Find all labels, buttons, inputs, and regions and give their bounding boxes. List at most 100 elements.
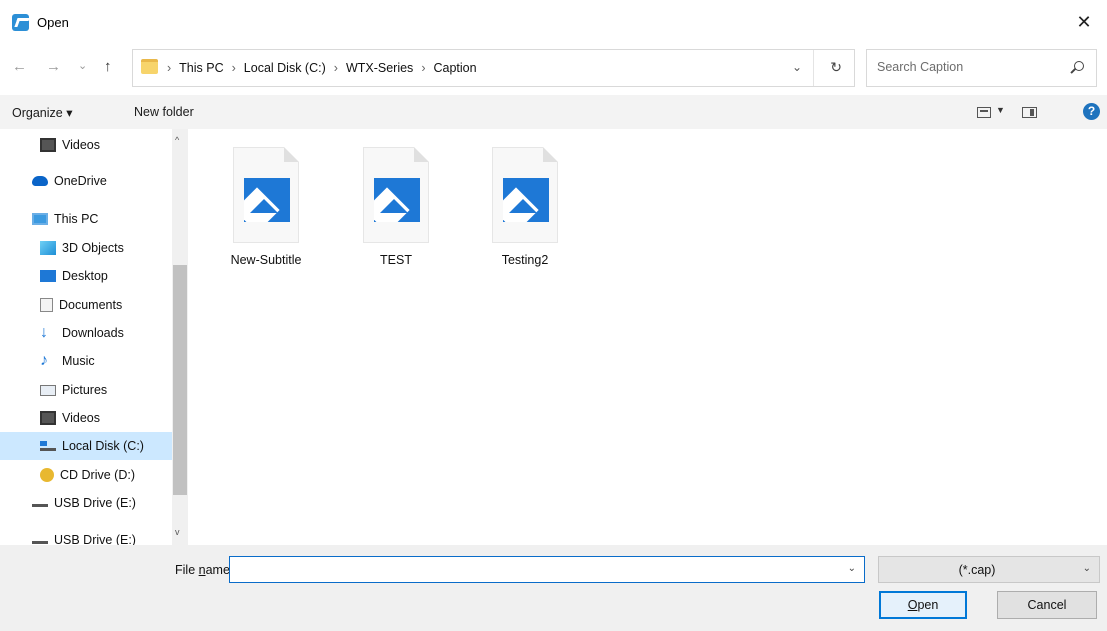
desktop-icon bbox=[40, 270, 56, 282]
breadcrumb-separator[interactable]: › bbox=[232, 61, 236, 75]
sidebar-item-3d-objects[interactable]: 3D Objects bbox=[0, 234, 172, 262]
download-icon: ↓ bbox=[40, 324, 48, 341]
address-dropdown-icon[interactable]: ⌄ bbox=[792, 60, 802, 74]
disk-icon bbox=[40, 441, 56, 451]
breadcrumb-caption[interactable]: Caption bbox=[433, 61, 476, 75]
sidebar-item-label: Music bbox=[62, 354, 95, 368]
sidebar-item-label: Documents bbox=[59, 298, 123, 312]
sidebar-item-cd-drive[interactable]: CD Drive (D:) bbox=[0, 461, 172, 489]
file-name: New-Subtitle bbox=[230, 253, 302, 267]
sidebar-item-label: USB Drive (E:) bbox=[54, 496, 136, 510]
chevron-down-icon: ⌄ bbox=[1082, 563, 1091, 574]
file-name-label: File name: bbox=[175, 563, 234, 577]
file-name: Testing2 bbox=[501, 253, 549, 267]
address-bar[interactable]: › This PC › Local Disk (C:) › WTX-Series… bbox=[132, 49, 855, 87]
image-file-icon bbox=[363, 147, 429, 243]
document-icon bbox=[40, 298, 53, 312]
file-name-input[interactable] bbox=[234, 562, 824, 576]
file-item[interactable]: New-Subtitle bbox=[216, 147, 316, 267]
sidebar-item-label: USB Drive (E:) bbox=[54, 533, 136, 545]
sidebar-item-videos-2[interactable]: Videos bbox=[0, 404, 172, 432]
dialog-footer: File name: ⌄ (*.cap) ⌄ Open Cancel bbox=[0, 545, 1107, 631]
sidebar-item-documents[interactable]: Documents bbox=[0, 291, 172, 319]
breadcrumb-this-pc[interactable]: This PC bbox=[179, 61, 223, 75]
file-item[interactable]: TEST bbox=[346, 147, 446, 267]
sidebar-item-downloads[interactable]: ↓ Downloads bbox=[0, 319, 172, 347]
sidebar-item-label: OneDrive bbox=[54, 174, 107, 188]
sidebar-item-label: 3D Objects bbox=[62, 241, 124, 255]
picture-icon bbox=[40, 384, 56, 396]
sidebar-item-label: Pictures bbox=[62, 383, 108, 397]
breadcrumb-separator: › bbox=[167, 61, 172, 75]
breadcrumb: › This PC › Local Disk (C:) › WTX-Series… bbox=[167, 61, 477, 75]
navigation-bar: ← → ⌄ ↑ › This PC › Local Disk (C:) › WT… bbox=[0, 49, 1107, 87]
folder-icon bbox=[141, 59, 158, 74]
file-name: TEST bbox=[380, 253, 412, 267]
sidebar-item-label: Local Disk (C:) bbox=[62, 439, 144, 453]
sidebar-item-pictures[interactable]: Pictures bbox=[0, 376, 172, 404]
sidebar-item-videos[interactable]: Videos bbox=[0, 131, 172, 159]
new-folder-button[interactable]: New folder bbox=[134, 105, 194, 119]
file-item[interactable]: Testing2 bbox=[475, 147, 575, 267]
sidebar-item-label: Videos bbox=[62, 138, 100, 152]
breadcrumb-separator[interactable]: › bbox=[334, 61, 338, 75]
recent-locations-icon[interactable]: ⌄ bbox=[78, 59, 87, 72]
close-icon[interactable]: ✕ bbox=[1061, 0, 1107, 44]
sidebar-item-usb-drive[interactable]: USB Drive (E:) bbox=[0, 489, 172, 517]
navigation-pane: Videos OneDrive This PC 3D Objects Deskt… bbox=[0, 129, 188, 545]
video-icon bbox=[40, 138, 56, 152]
breadcrumb-wtx-series[interactable]: WTX-Series bbox=[346, 61, 413, 75]
video-icon bbox=[40, 411, 56, 425]
preview-pane-icon[interactable] bbox=[1022, 107, 1037, 118]
organize-button[interactable]: Organize ▾ bbox=[12, 105, 72, 120]
window-title: Open bbox=[37, 15, 69, 30]
view-options-caret-icon[interactable]: ▼ bbox=[996, 105, 1005, 115]
sidebar-item-onedrive[interactable]: OneDrive bbox=[0, 167, 172, 195]
command-bar: Organize ▾ New folder ▼ ? bbox=[0, 95, 1107, 129]
sidebar-item-label: CD Drive (D:) bbox=[60, 468, 135, 482]
back-arrow-icon[interactable]: ← bbox=[12, 58, 27, 75]
music-icon: ♪ bbox=[40, 352, 48, 369]
breadcrumb-local-disk[interactable]: Local Disk (C:) bbox=[244, 61, 326, 75]
sidebar-item-label: Videos bbox=[62, 411, 100, 425]
search-input[interactable] bbox=[877, 60, 1057, 74]
app-icon bbox=[12, 14, 29, 31]
file-type-select[interactable]: (*.cap) ⌄ bbox=[878, 556, 1100, 583]
sidebar-item-local-disk[interactable]: Local Disk (C:) bbox=[0, 432, 172, 460]
up-arrow-icon[interactable]: ↑ bbox=[104, 58, 112, 75]
cancel-button[interactable]: Cancel bbox=[997, 591, 1097, 619]
usb-icon bbox=[32, 536, 48, 544]
sidebar-item-desktop[interactable]: Desktop bbox=[0, 262, 172, 290]
refresh-icon[interactable]: ↻ bbox=[830, 59, 842, 76]
search-icon[interactable] bbox=[1074, 61, 1084, 71]
search-box[interactable] bbox=[866, 49, 1097, 87]
file-name-combobox[interactable]: ⌄ bbox=[229, 556, 865, 583]
breadcrumb-separator[interactable]: › bbox=[421, 61, 425, 75]
cube-icon bbox=[40, 241, 56, 255]
sidebar-scrollbar[interactable]: ^ v bbox=[172, 129, 188, 545]
change-view-icon[interactable] bbox=[977, 107, 991, 118]
scroll-down-icon[interactable]: v bbox=[175, 527, 180, 537]
sidebar-item-label: This PC bbox=[54, 212, 99, 226]
scrollbar-thumb[interactable] bbox=[173, 265, 187, 495]
sidebar-item-this-pc[interactable]: This PC bbox=[0, 205, 172, 233]
address-divider bbox=[813, 50, 814, 86]
usb-icon bbox=[32, 499, 48, 507]
open-button[interactable]: Open bbox=[879, 591, 967, 619]
sidebar-item-label: Desktop bbox=[62, 269, 108, 283]
computer-icon bbox=[32, 213, 48, 225]
sidebar-item-music[interactable]: ♪ Music bbox=[0, 347, 172, 375]
cloud-icon bbox=[32, 176, 48, 186]
scroll-up-icon[interactable]: ^ bbox=[175, 135, 179, 145]
sidebar-item-usb-drive-2[interactable]: USB Drive (E:) bbox=[0, 526, 172, 545]
sidebar-item-label: Downloads bbox=[62, 326, 124, 340]
image-file-icon bbox=[492, 147, 558, 243]
forward-arrow-icon[interactable]: → bbox=[46, 58, 61, 75]
title-bar: Open ✕ bbox=[0, 0, 1107, 44]
cd-icon bbox=[40, 468, 54, 482]
chevron-down-icon[interactable]: ⌄ bbox=[848, 563, 856, 574]
file-list: New-Subtitle TEST Testing2 bbox=[188, 129, 1107, 545]
help-icon[interactable]: ? bbox=[1083, 103, 1100, 120]
file-type-value: (*.cap) bbox=[958, 563, 996, 577]
image-file-icon bbox=[233, 147, 299, 243]
